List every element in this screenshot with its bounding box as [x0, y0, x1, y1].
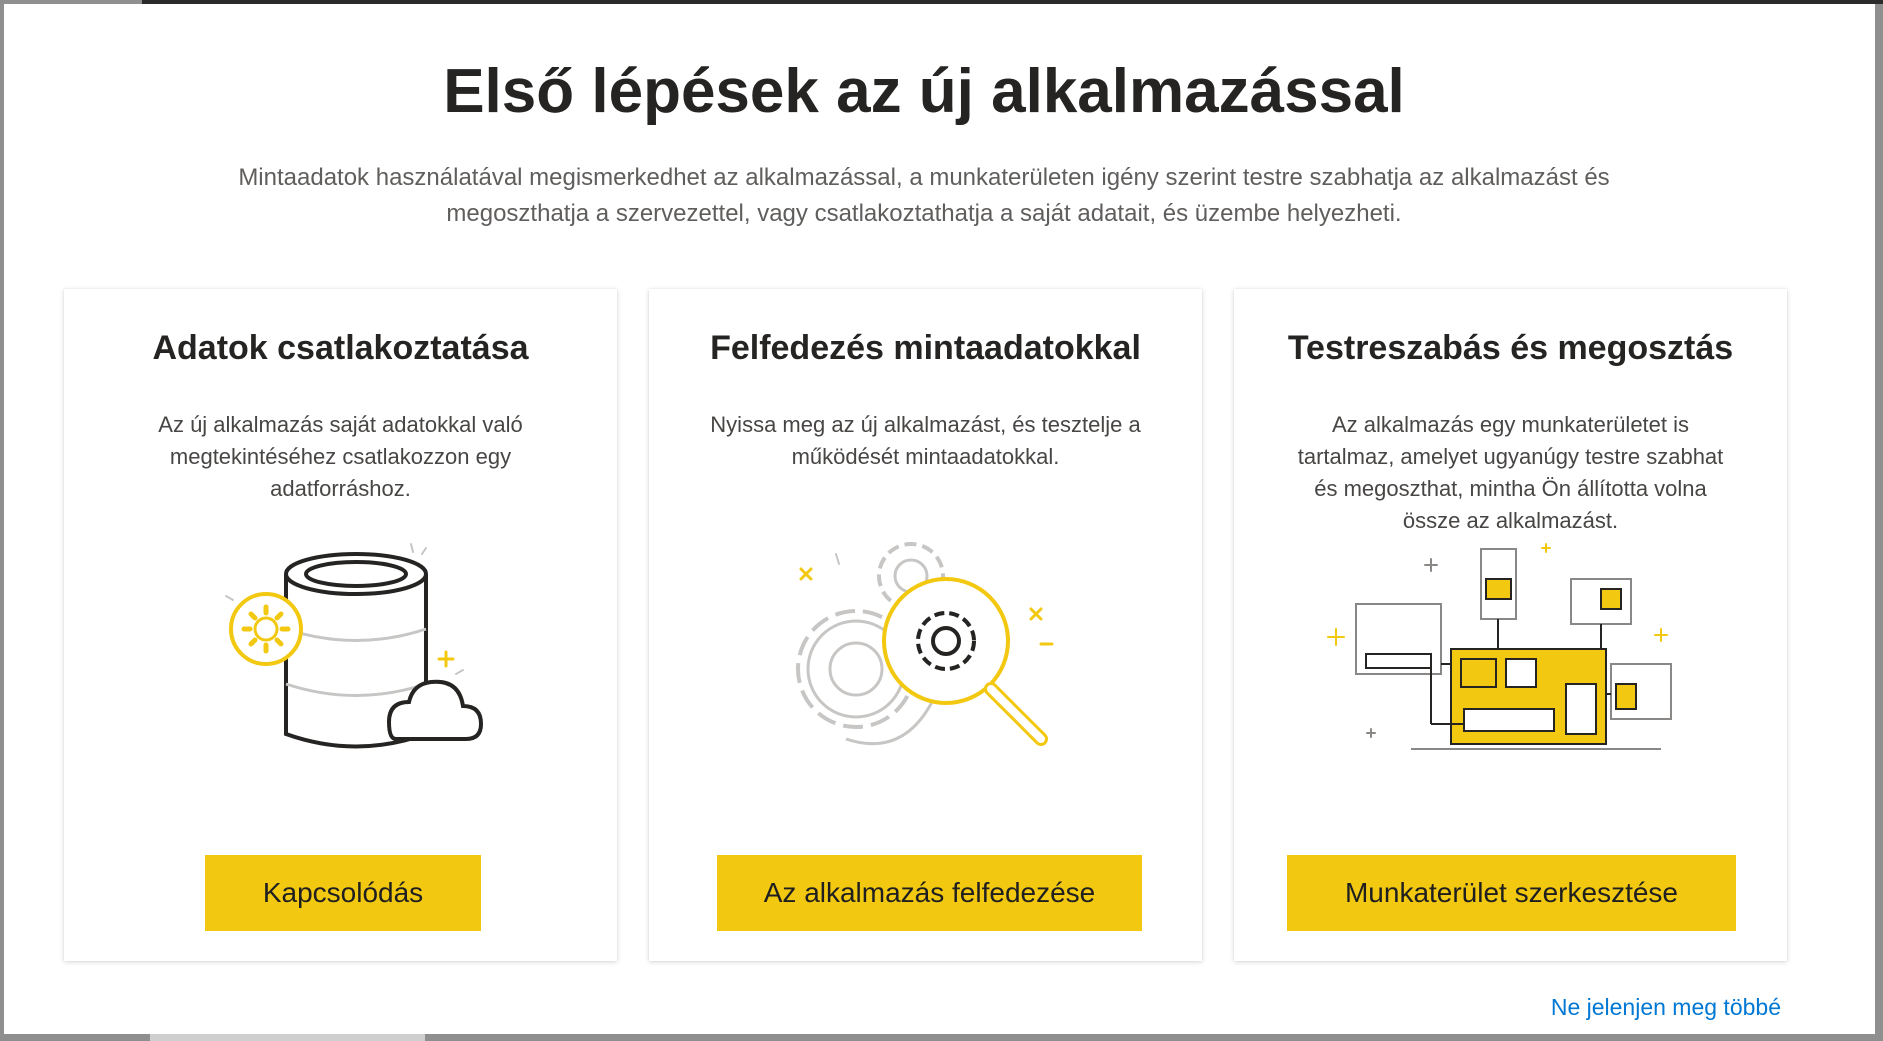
- card-description: Az új alkalmazás saját adatokkal való me…: [158, 412, 523, 501]
- card-connect-data: Adatok csatlakoztatása Az új alkalmazás …: [64, 289, 617, 961]
- dialog-subtitle: Mintaadatok használatával megismerkedhet…: [238, 164, 1610, 227]
- dashboard-network-icon: [1234, 534, 1787, 774]
- card-explore-sample: Felfedezés mintaadatokkal Nyissa meg az …: [649, 289, 1202, 961]
- connect-button[interactable]: Kapcsolódás: [205, 855, 481, 931]
- card-title: Testreszabás és megosztás: [1287, 329, 1734, 367]
- card-customize-share: Testreszabás és megosztás Az alkalmazás …: [1234, 289, 1787, 961]
- getting-started-dialog: Első lépések az új alkalmazással Mintaad…: [4, 4, 1875, 1034]
- edit-workspace-button[interactable]: Munkaterület szerkesztése: [1287, 855, 1736, 931]
- card-description: Nyissa meg az új alkalmazást, és tesztel…: [710, 412, 1141, 469]
- card-description: Az alkalmazás egy munkaterületet is tart…: [1297, 412, 1724, 533]
- database-cloud-gear-icon: [64, 534, 617, 774]
- card-title: Felfedezés mintaadatokkal: [710, 329, 1141, 367]
- explore-app-button[interactable]: Az alkalmazás felfedezése: [717, 855, 1142, 931]
- dont-show-again-link[interactable]: Ne jelenjen meg többé: [1551, 994, 1781, 1021]
- card-title: Adatok csatlakoztatása: [152, 329, 529, 367]
- dialog-title: Első lépések az új alkalmazással: [443, 57, 1405, 126]
- gears-magnifier-icon: [649, 534, 1202, 774]
